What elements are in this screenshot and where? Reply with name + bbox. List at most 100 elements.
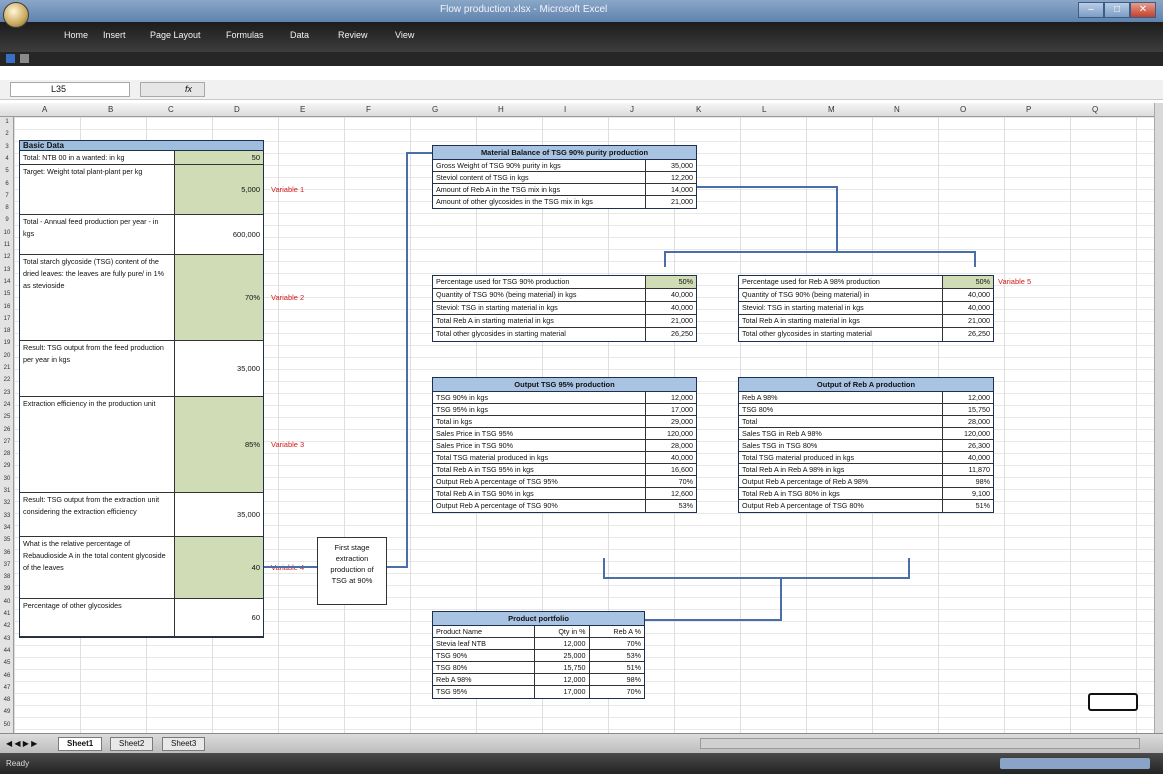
- row-value[interactable]: 26,250: [646, 328, 696, 341]
- floating-shape[interactable]: [1088, 693, 1138, 711]
- maximize-button[interactable]: □: [1104, 2, 1130, 18]
- row-header[interactable]: 7: [0, 193, 14, 199]
- row-value[interactable]: 40,000: [943, 302, 993, 314]
- row-value[interactable]: 21,000: [646, 196, 696, 208]
- row-header[interactable]: 15: [0, 291, 14, 297]
- row-header[interactable]: 41: [0, 611, 14, 617]
- column-header-H[interactable]: H: [498, 105, 504, 114]
- row-value[interactable]: 40,000: [646, 302, 696, 314]
- row-header[interactable]: 28: [0, 451, 14, 457]
- column-header-E[interactable]: E: [300, 105, 305, 114]
- sheet-nav-icon[interactable]: ◀ ◀ ▶ ▶: [6, 739, 37, 748]
- row-header[interactable]: 13: [0, 267, 14, 273]
- tab-sheet1[interactable]: Sheet1: [58, 737, 103, 751]
- column-header-P[interactable]: P: [1026, 105, 1031, 114]
- row-header[interactable]: 38: [0, 574, 14, 580]
- row-header[interactable]: 45: [0, 660, 14, 666]
- row-header[interactable]: 40: [0, 599, 14, 605]
- row-header[interactable]: 43: [0, 636, 14, 642]
- portfolio-cell[interactable]: 51%: [590, 662, 645, 673]
- portfolio-cell[interactable]: 98%: [590, 674, 645, 685]
- row-value[interactable]: 26,250: [943, 328, 993, 341]
- column-header-A[interactable]: A: [42, 105, 47, 114]
- column-header-M[interactable]: M: [828, 105, 835, 114]
- name-box[interactable]: L35: [10, 82, 130, 97]
- row-header[interactable]: 37: [0, 562, 14, 568]
- portfolio-cell[interactable]: 12,000: [535, 674, 590, 685]
- row-header[interactable]: 19: [0, 340, 14, 346]
- row-header[interactable]: 33: [0, 513, 14, 519]
- row-value[interactable]: 12,000: [943, 392, 993, 403]
- row-value[interactable]: 11,870: [943, 464, 993, 475]
- row-header[interactable]: 36: [0, 550, 14, 556]
- row-value[interactable]: 28,000: [646, 440, 696, 451]
- column-header-I[interactable]: I: [564, 105, 566, 114]
- tab-review[interactable]: Review: [338, 30, 368, 40]
- horizontal-scrollbar[interactable]: [700, 738, 1140, 749]
- portfolio-cell[interactable]: 53%: [590, 650, 645, 661]
- minimize-button[interactable]: –: [1078, 2, 1104, 18]
- row-value[interactable]: 17,000: [646, 404, 696, 415]
- row-header[interactable]: 25: [0, 414, 14, 420]
- row-value[interactable]: 9,100: [943, 488, 993, 499]
- row-header[interactable]: 47: [0, 685, 14, 691]
- portfolio-cell[interactable]: 12,000: [535, 638, 590, 649]
- row-header[interactable]: 30: [0, 476, 14, 482]
- row-header[interactable]: 12: [0, 254, 14, 260]
- row-header[interactable]: 39: [0, 586, 14, 592]
- row-header[interactable]: 31: [0, 488, 14, 494]
- column-header-D[interactable]: D: [234, 105, 240, 114]
- row-value[interactable]: 35,000: [646, 160, 696, 171]
- basic-data-value[interactable]: 40: [175, 537, 263, 598]
- tab-view[interactable]: View: [395, 30, 414, 40]
- row-header[interactable]: 34: [0, 525, 14, 531]
- column-header-L[interactable]: L: [762, 105, 766, 114]
- basic-data-value[interactable]: 85%: [175, 397, 263, 492]
- row-header[interactable]: 9: [0, 217, 14, 223]
- row-header[interactable]: 18: [0, 328, 14, 334]
- tab-data[interactable]: Data: [290, 30, 309, 40]
- basic-data-value[interactable]: 60: [175, 599, 263, 636]
- column-header-G[interactable]: G: [432, 105, 438, 114]
- basic-data-value[interactable]: 70%: [175, 255, 263, 340]
- tab-home[interactable]: Home: [64, 30, 88, 40]
- save-icon[interactable]: [6, 54, 15, 63]
- row-header[interactable]: 6: [0, 181, 14, 187]
- row-value[interactable]: 26,300: [943, 440, 993, 451]
- column-header-C[interactable]: C: [168, 105, 174, 114]
- row-header[interactable]: 42: [0, 623, 14, 629]
- column-header-N[interactable]: N: [894, 105, 900, 114]
- row-header[interactable]: 24: [0, 402, 14, 408]
- column-header-O[interactable]: O: [960, 105, 966, 114]
- row-header[interactable]: 27: [0, 439, 14, 445]
- row-header[interactable]: 22: [0, 377, 14, 383]
- row-value[interactable]: 12,200: [646, 172, 696, 183]
- column-header-K[interactable]: K: [696, 105, 701, 114]
- row-header[interactable]: 11: [0, 242, 14, 248]
- row-header[interactable]: 46: [0, 673, 14, 679]
- row-header[interactable]: 17: [0, 316, 14, 322]
- row-value[interactable]: 40,000: [646, 452, 696, 463]
- row-value[interactable]: 16,600: [646, 464, 696, 475]
- basic-data-value[interactable]: 600,000: [175, 215, 263, 254]
- row-header[interactable]: 2: [0, 131, 14, 137]
- row-header[interactable]: 3: [0, 144, 14, 150]
- row-header[interactable]: 49: [0, 709, 14, 715]
- row-header[interactable]: 35: [0, 537, 14, 543]
- row-value[interactable]: 12,000: [646, 392, 696, 403]
- portfolio-cell[interactable]: 17,000: [535, 686, 590, 698]
- row-value[interactable]: 21,000: [646, 315, 696, 327]
- tab-formulas[interactable]: Formulas: [226, 30, 264, 40]
- portfolio-cell[interactable]: 15,750: [535, 662, 590, 673]
- row-header[interactable]: 8: [0, 205, 14, 211]
- row-header[interactable]: 23: [0, 390, 14, 396]
- row-value[interactable]: 50%: [943, 276, 993, 288]
- row-header[interactable]: 44: [0, 648, 14, 654]
- undo-icon[interactable]: [20, 54, 29, 63]
- row-header[interactable]: 16: [0, 304, 14, 310]
- row-header[interactable]: 10: [0, 230, 14, 236]
- row-header[interactable]: 29: [0, 463, 14, 469]
- row-value[interactable]: 12,600: [646, 488, 696, 499]
- row-value[interactable]: 15,750: [943, 404, 993, 415]
- row-value[interactable]: 28,000: [943, 416, 993, 427]
